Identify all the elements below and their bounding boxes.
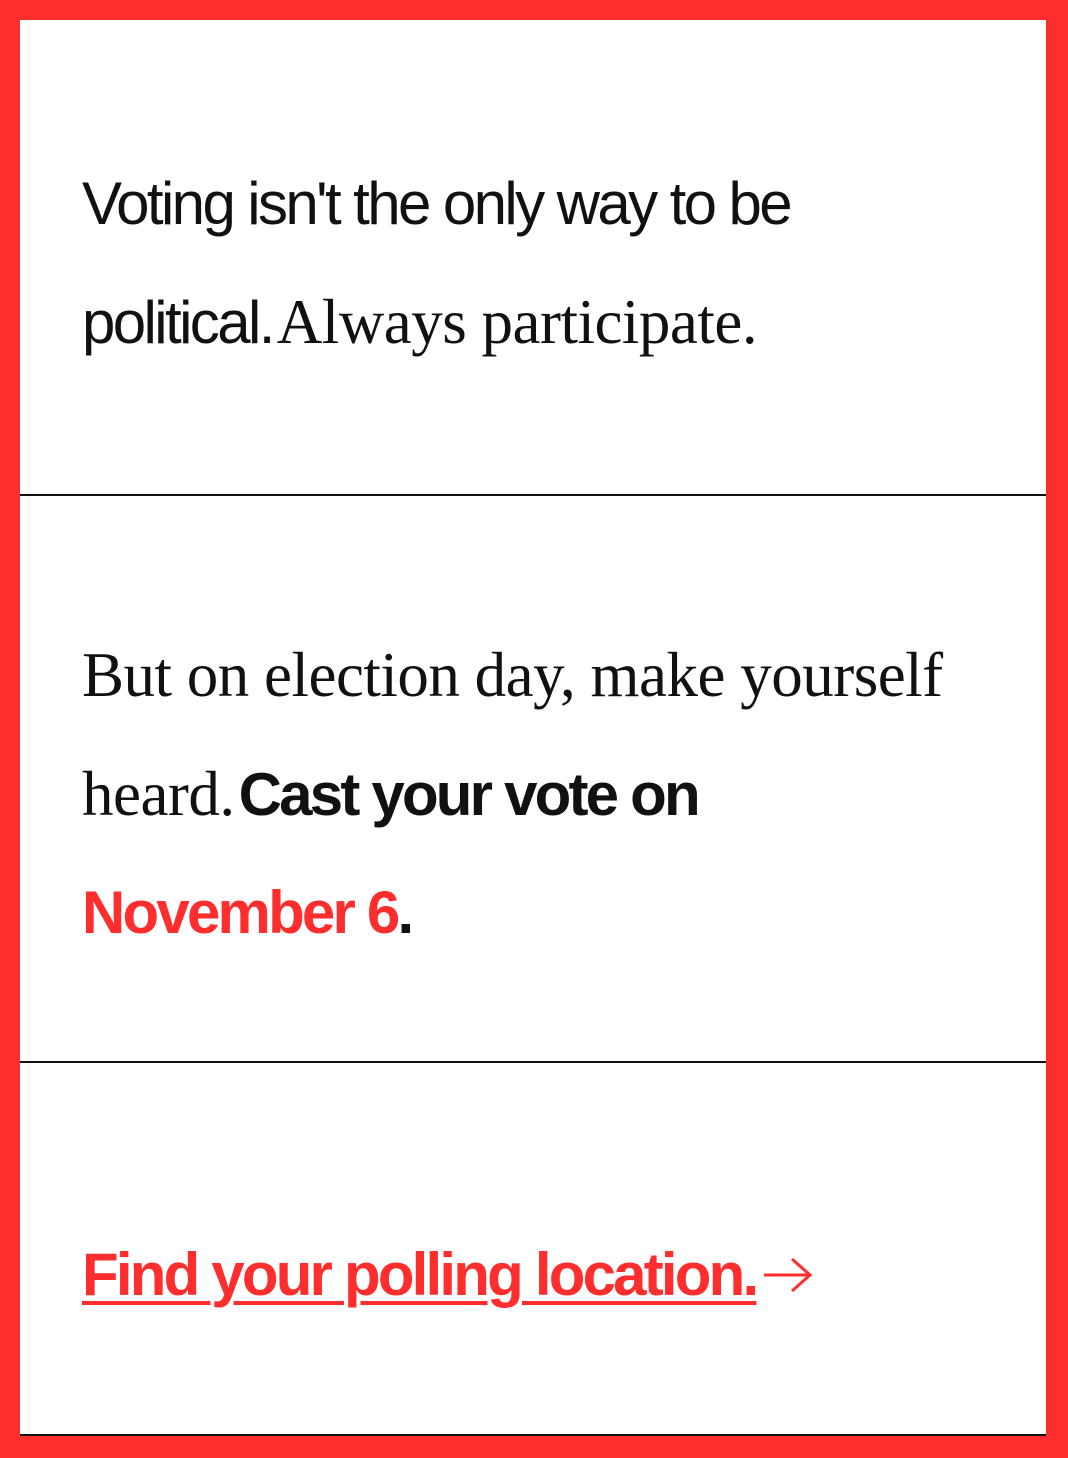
election-day-message: But on election day, make yourself heard… xyxy=(82,624,982,980)
content-panel: Voting isn't the only way to be politica… xyxy=(20,20,1046,1436)
election-date: November 6 xyxy=(82,879,400,946)
message-section-participate: Voting isn't the only way to be politica… xyxy=(20,20,1046,495)
find-polling-location-link[interactable]: Find your polling location. xyxy=(82,1240,814,1314)
message-section-election-day: But on election day, make yourself heard… xyxy=(20,496,1046,1062)
cast-vote-statement: Cast your vote on xyxy=(238,761,701,828)
participate-message: Voting isn't the only way to be politica… xyxy=(82,153,982,390)
arrow-right-icon xyxy=(762,1240,814,1310)
polling-location-section: Find your polling location. xyxy=(20,1063,1046,1436)
date-period: . xyxy=(397,879,414,946)
section-divider xyxy=(20,1434,1046,1436)
participate-statement: Always participate. xyxy=(276,287,758,357)
find-polling-location-label: Find your polling location. xyxy=(82,1241,759,1308)
